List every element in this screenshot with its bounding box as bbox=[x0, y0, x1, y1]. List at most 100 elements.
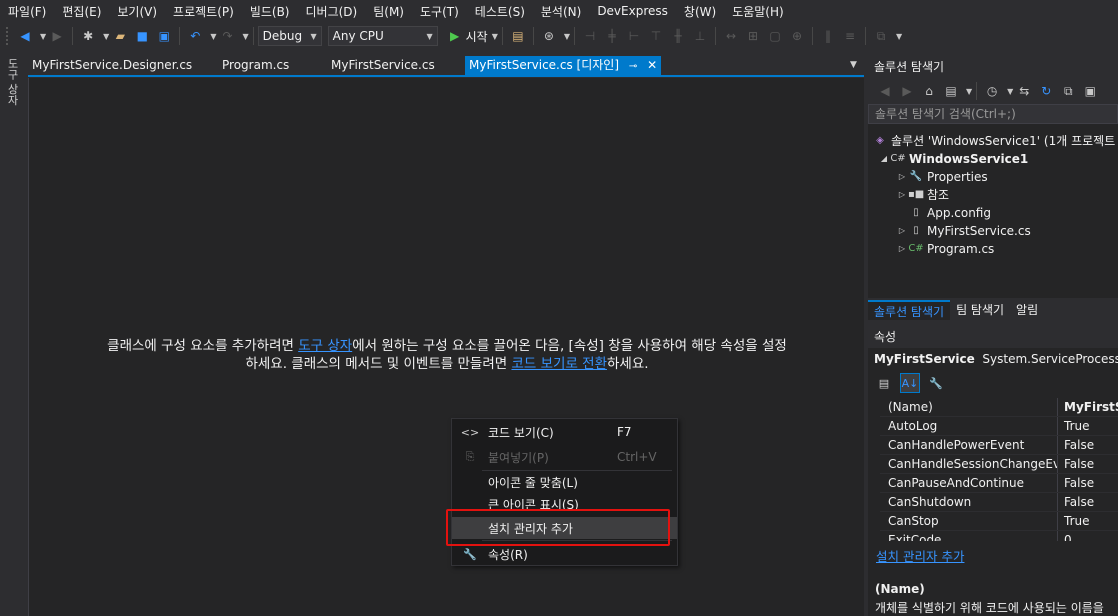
menu-project[interactable]: 프로젝트(P) bbox=[165, 3, 242, 20]
show-all-files-icon[interactable]: ▣ bbox=[1081, 82, 1099, 100]
property-value[interactable]: False bbox=[1058, 455, 1118, 473]
refresh-icon[interactable]: ↻ bbox=[1037, 82, 1055, 100]
property-value[interactable]: True bbox=[1058, 417, 1118, 435]
property-row[interactable]: CanPauseAndContinue False bbox=[880, 474, 1118, 493]
new-project-icon[interactable]: ✱ bbox=[79, 27, 97, 45]
add-installer-link[interactable]: 설치 관리자 추가 bbox=[876, 546, 964, 565]
tree-item-references[interactable]: ▷ ▪■ 참조 bbox=[896, 186, 949, 204]
collapsed-arrow-icon[interactable]: ▷ bbox=[896, 240, 908, 258]
chevron-down-icon[interactable]: ▼ bbox=[103, 32, 109, 41]
align-centers-icon[interactable]: ╪ bbox=[603, 27, 621, 45]
property-row[interactable]: CanHandlePowerEvent False bbox=[880, 436, 1118, 455]
tab-myfirstservice-cs[interactable]: MyFirstService.cs bbox=[331, 56, 435, 75]
redo-icon[interactable]: ↷ bbox=[218, 27, 236, 45]
tab-designer-cs[interactable]: MyFirstService.Designer.cs bbox=[32, 56, 192, 75]
toolbox-link[interactable]: 도구 상자 bbox=[298, 338, 352, 354]
menu-build[interactable]: 빌드(B) bbox=[242, 3, 298, 20]
chevron-down-icon[interactable]: ▼ bbox=[40, 32, 46, 41]
property-row[interactable]: AutoLog True bbox=[880, 417, 1118, 436]
bring-to-front-icon[interactable]: ⧉ bbox=[872, 27, 890, 45]
horizontal-spacing-icon[interactable]: ‖ bbox=[819, 27, 837, 45]
align-lefts-icon[interactable]: ⊣ bbox=[581, 27, 599, 45]
configuration-dropdown[interactable]: Debug ▼ bbox=[257, 26, 322, 46]
toolbox-tab[interactable]: 도구 상자 bbox=[4, 58, 20, 106]
align-to-grid-icon[interactable]: ⊕ bbox=[788, 27, 806, 45]
tree-item-app-config[interactable]: ▯ App.config bbox=[908, 204, 991, 222]
pin-icon[interactable]: ⊸ bbox=[629, 61, 637, 72]
property-row[interactable]: CanShutdown False bbox=[880, 493, 1118, 512]
menu-window[interactable]: 창(W) bbox=[676, 3, 724, 20]
chevron-down-icon[interactable]: ▼ bbox=[210, 32, 216, 41]
chevron-down-icon[interactable]: ▼ bbox=[492, 32, 498, 41]
tab-solution-explorer[interactable]: 솔루션 탐색기 bbox=[868, 300, 951, 320]
find-in-files-icon[interactable]: ▤ bbox=[509, 27, 527, 45]
pending-changes-filter-icon[interactable]: ◷ bbox=[983, 82, 1001, 100]
save-icon[interactable]: ■ bbox=[133, 27, 151, 45]
collapsed-arrow-icon[interactable]: ▷ bbox=[896, 186, 908, 204]
property-row[interactable]: CanStop True bbox=[880, 512, 1118, 531]
menu-debug[interactable]: 디버그(D) bbox=[298, 3, 366, 20]
tree-item-solution[interactable]: ◈ 솔루션 'WindowsService1' (1개 프로젝트 bbox=[872, 132, 1115, 150]
sync-icon[interactable]: ⇆ bbox=[1015, 82, 1033, 100]
menu-edit[interactable]: 편집(E) bbox=[54, 3, 109, 20]
chevron-down-icon[interactable]: ▼ bbox=[564, 32, 570, 41]
property-value[interactable]: False bbox=[1058, 474, 1118, 492]
property-row[interactable]: CanHandleSessionChangeEvent False bbox=[880, 455, 1118, 474]
save-all-icon[interactable]: ▣ bbox=[155, 27, 173, 45]
property-pages-icon[interactable]: 🔧 bbox=[926, 373, 946, 393]
menu-item-properties[interactable]: 🔧 속성(R) bbox=[452, 543, 677, 565]
collapse-all-icon[interactable]: ⧉ bbox=[1059, 82, 1077, 100]
vertical-spacing-icon[interactable]: ≡ bbox=[841, 27, 859, 45]
open-folder-icon[interactable]: ▰ bbox=[111, 27, 129, 45]
collapsed-arrow-icon[interactable]: ▷ bbox=[896, 168, 908, 186]
tree-item-myfirstservice[interactable]: ▷ ▯ MyFirstService.cs bbox=[896, 222, 1031, 240]
menu-devexpress[interactable]: DevExpress bbox=[589, 4, 676, 18]
align-middles-icon[interactable]: ╫ bbox=[669, 27, 687, 45]
property-row[interactable]: ExitCode 0 bbox=[880, 531, 1118, 541]
chevron-down-icon[interactable]: ▼ bbox=[242, 32, 248, 41]
align-bottoms-icon[interactable]: ⊥ bbox=[691, 27, 709, 45]
close-icon[interactable]: ✕ bbox=[647, 58, 657, 72]
tab-team-explorer[interactable]: 팀 탐색기 bbox=[950, 300, 1010, 320]
chevron-down-icon[interactable]: ▼ bbox=[896, 32, 902, 41]
platform-dropdown[interactable]: Any CPU ▼ bbox=[327, 26, 438, 46]
menu-item-line-up-icons[interactable]: 아이콘 줄 맞춤(L) bbox=[452, 471, 677, 493]
menu-team[interactable]: 팀(M) bbox=[365, 3, 412, 20]
categorized-icon[interactable]: ▤ bbox=[874, 373, 894, 393]
start-icon[interactable]: ▶ bbox=[446, 27, 464, 45]
menu-analyze[interactable]: 분석(N) bbox=[533, 3, 589, 20]
align-tops-icon[interactable]: ⊤ bbox=[647, 27, 665, 45]
tab-program-cs[interactable]: Program.cs bbox=[222, 56, 289, 75]
chevron-down-icon[interactable]: ▼ bbox=[1007, 87, 1013, 96]
browser-link-icon[interactable]: ⊛ bbox=[540, 27, 558, 45]
make-same-width-icon[interactable]: ↔ bbox=[722, 27, 740, 45]
back-icon[interactable]: ◀ bbox=[876, 82, 894, 100]
solution-explorer-search[interactable]: 솔루션 탐색기 검색(Ctrl+;) bbox=[868, 104, 1118, 124]
property-row[interactable]: (Name) MyFirstService bbox=[880, 398, 1118, 417]
menu-help[interactable]: 도움말(H) bbox=[724, 3, 792, 20]
make-same-size-icon[interactable]: ▢ bbox=[766, 27, 784, 45]
switch-to-code-link[interactable]: 코드 보기로 전환 bbox=[511, 356, 607, 372]
menu-tools[interactable]: 도구(T) bbox=[412, 3, 467, 20]
menu-item-paste[interactable]: ⎘ 붙여넣기(P) Ctrl+V bbox=[452, 446, 677, 468]
tab-overflow-icon[interactable]: ▼ bbox=[850, 60, 857, 70]
chevron-down-icon[interactable]: ▼ bbox=[966, 87, 972, 96]
menu-view[interactable]: 보기(V) bbox=[109, 3, 165, 20]
menu-test[interactable]: 테스트(S) bbox=[467, 3, 533, 20]
alphabetical-icon[interactable]: A↓ bbox=[900, 373, 920, 393]
property-value[interactable]: False bbox=[1058, 493, 1118, 511]
tree-item-program-cs[interactable]: ▷ C# Program.cs bbox=[896, 240, 994, 258]
back-icon[interactable]: ◀ bbox=[16, 27, 34, 45]
property-value[interactable]: 0 bbox=[1058, 531, 1118, 541]
tab-myfirstservice-design[interactable]: MyFirstService.cs [디자인] ⊸ ✕ bbox=[465, 56, 662, 75]
align-rights-icon[interactable]: ⊢ bbox=[625, 27, 643, 45]
tree-item-properties[interactable]: ▷ 🔧 Properties bbox=[896, 168, 988, 186]
tree-item-project[interactable]: ◢ C# WindowsService1 bbox=[878, 150, 1028, 168]
property-value[interactable]: MyFirstService bbox=[1058, 398, 1118, 416]
toolbar-grip[interactable] bbox=[6, 27, 10, 45]
tab-notifications[interactable]: 알림 bbox=[1010, 300, 1044, 320]
size-to-grid-icon[interactable]: ⊞ bbox=[744, 27, 762, 45]
collapsed-arrow-icon[interactable]: ▷ bbox=[896, 222, 908, 240]
menu-file[interactable]: 파일(F) bbox=[0, 3, 54, 20]
properties-object-selector[interactable]: MyFirstService System.ServiceProcess.Ser… bbox=[868, 348, 1118, 370]
